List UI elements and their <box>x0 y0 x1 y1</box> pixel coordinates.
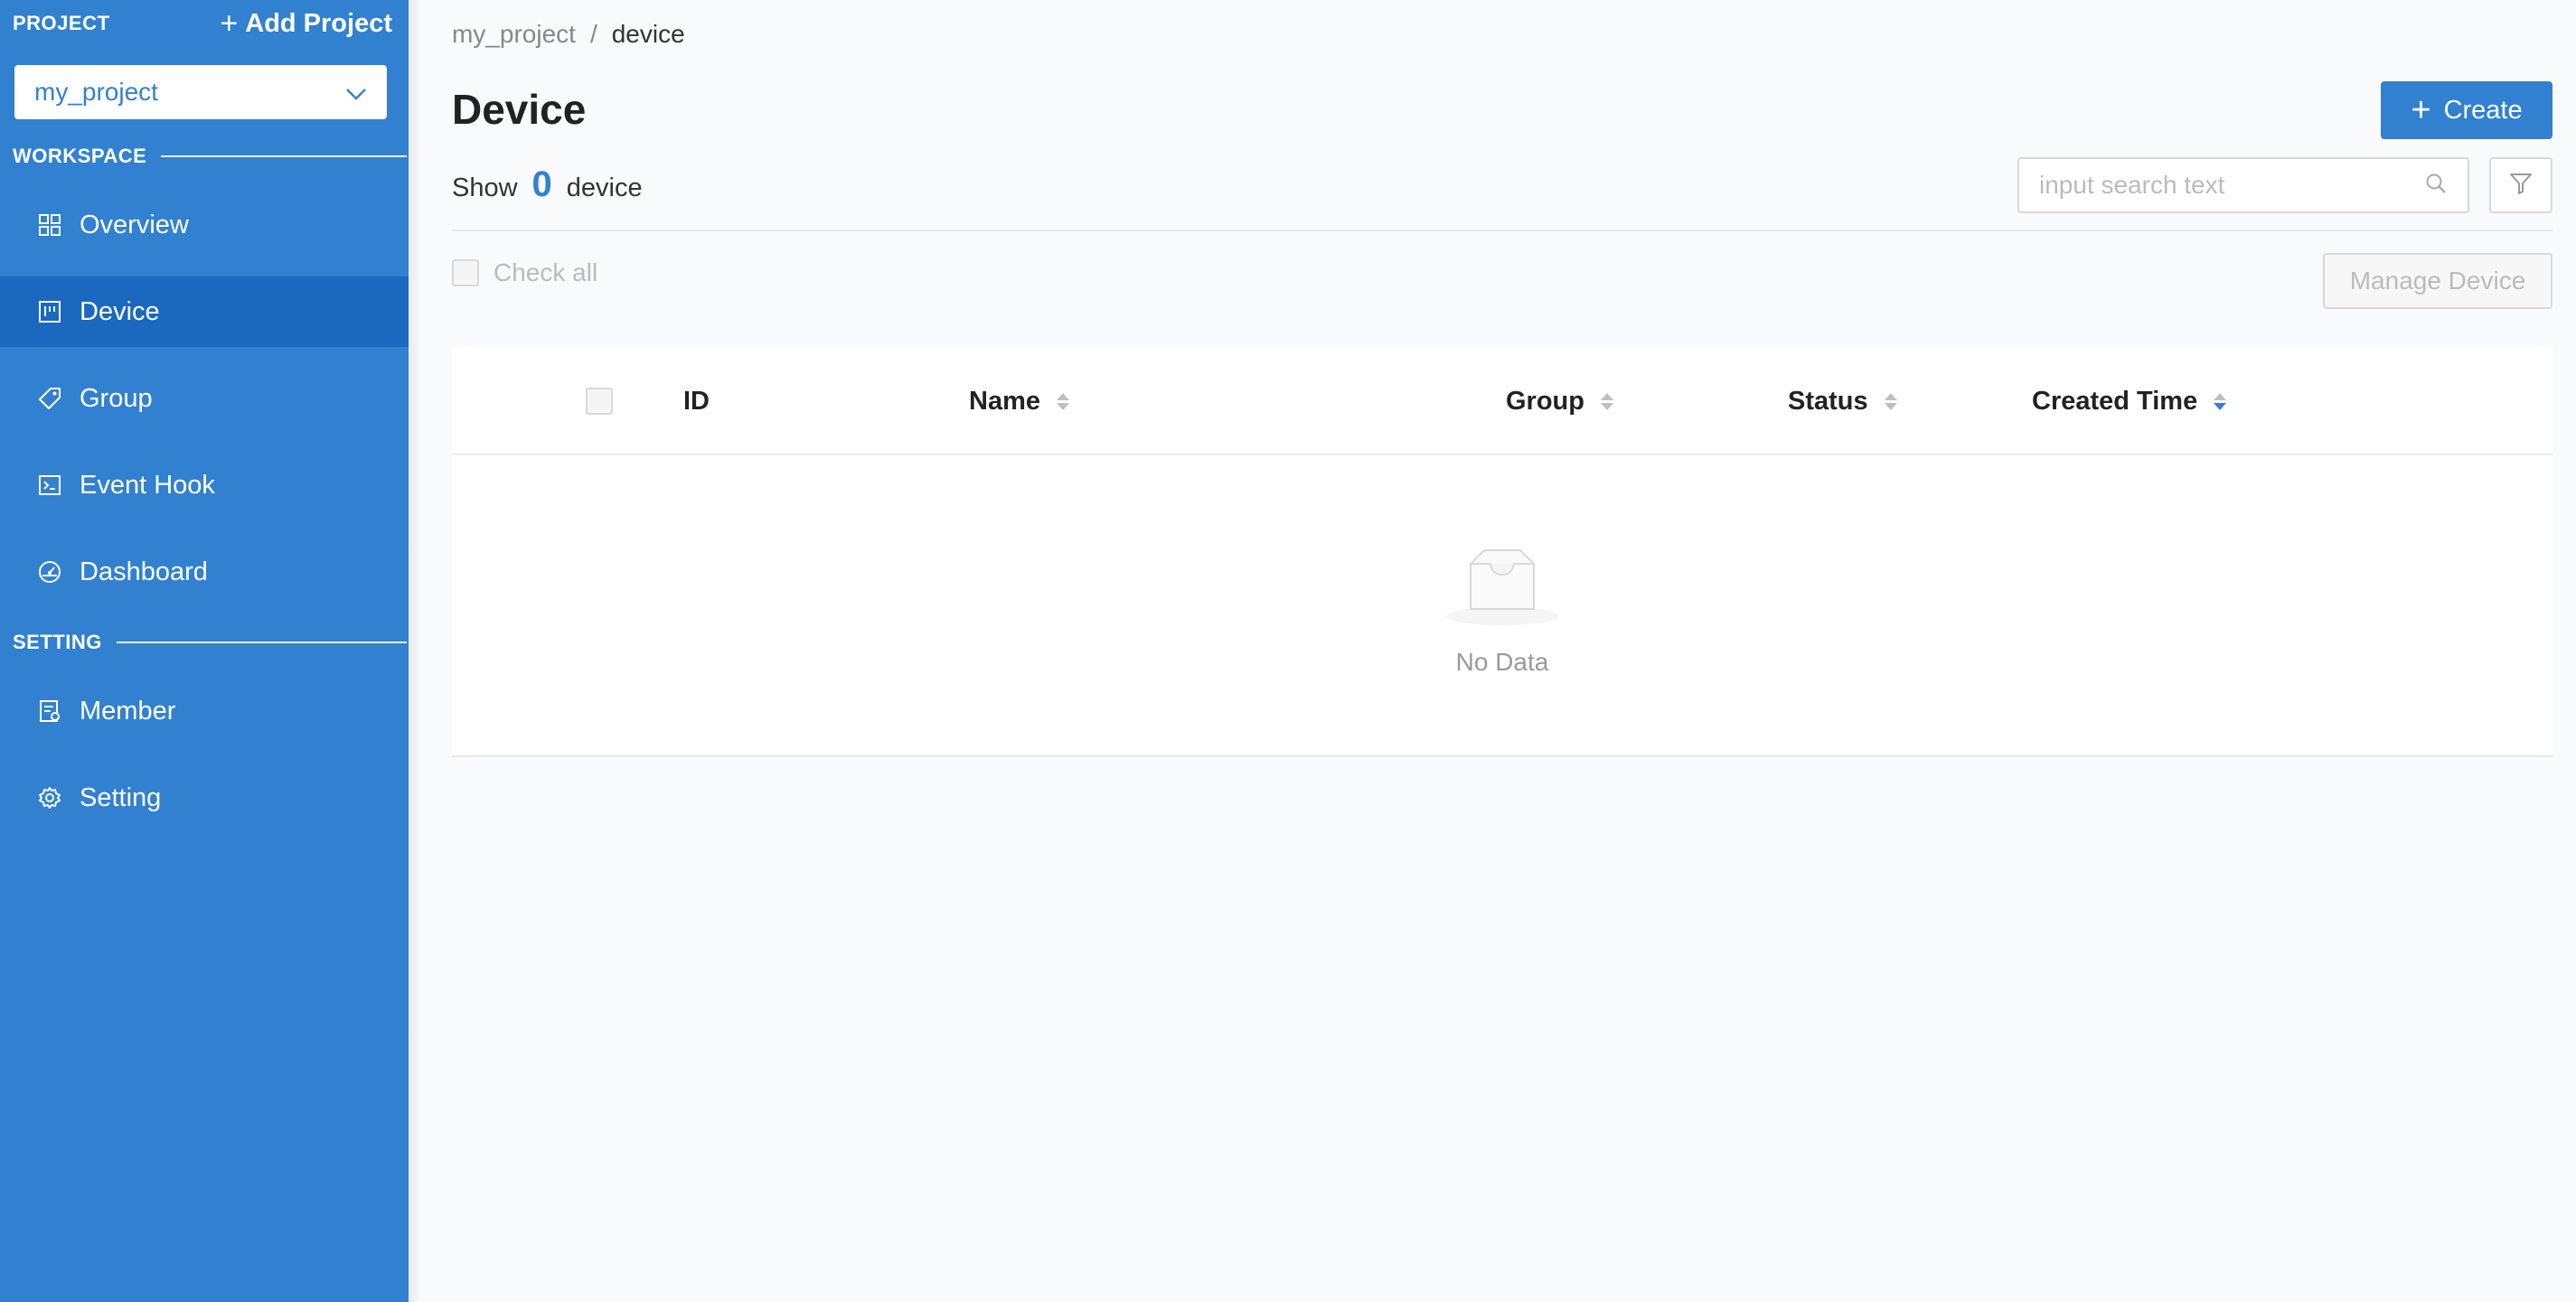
gauge-icon <box>36 558 63 585</box>
divider <box>116 642 407 643</box>
sidebar-item-label: Overview <box>80 210 189 239</box>
workspace-section-title: WORKSPACE <box>13 145 407 168</box>
sidebar-item-label: Device <box>80 296 160 326</box>
sidebar-item-event-hook[interactable]: Event Hook <box>0 450 409 520</box>
check-all-checkbox[interactable] <box>452 259 479 286</box>
show-label: Show <box>452 173 518 202</box>
terminal-icon <box>36 472 63 499</box>
check-all-label: Check all <box>494 258 598 286</box>
column-header-id: ID <box>683 347 710 455</box>
column-header-group[interactable]: Group <box>1506 347 1613 455</box>
empty-inbox-icon <box>1443 546 1561 632</box>
divider <box>161 155 407 157</box>
gear-icon <box>36 784 63 811</box>
workspace-label: WORKSPACE <box>13 145 147 167</box>
plus-icon: + <box>2411 91 2431 129</box>
setting-section-title: SETTING <box>13 631 407 654</box>
create-button[interactable]: + Create <box>2381 81 2552 139</box>
sidebar-item-setting[interactable]: Setting <box>0 763 409 833</box>
count-unit: device <box>566 173 643 202</box>
sidebar-item-label: Group <box>80 383 153 413</box>
sidebar-item-label: Member <box>80 696 176 726</box>
column-label: Status <box>1788 386 1868 416</box>
select-all-rows-checkbox[interactable] <box>586 388 613 415</box>
manage-device-button[interactable]: Manage Device <box>2323 253 2552 309</box>
sidebar-shadow <box>409 0 421 1302</box>
toolbar-divider <box>452 229 2552 231</box>
sidebar-item-dashboard[interactable]: Dashboard <box>0 537 409 607</box>
breadcrumb-current: device <box>611 20 685 48</box>
sidebar-item-member[interactable]: Member <box>0 676 409 746</box>
search-box <box>2017 157 2469 213</box>
empty-text: No Data <box>1455 648 1549 676</box>
sort-icon[interactable] <box>1884 392 1897 410</box>
plus-icon: + <box>220 6 239 41</box>
device-count: Show 0 device <box>452 164 643 205</box>
column-header-name[interactable]: Name <box>969 347 1069 455</box>
column-header-status[interactable]: Status <box>1788 347 1897 455</box>
sidebar-item-overview[interactable]: Overview <box>0 190 409 260</box>
sort-icon[interactable] <box>1601 392 1613 410</box>
add-project-button[interactable]: + Add Project <box>220 8 392 39</box>
device-icon <box>36 298 63 325</box>
device-table: ID Name Group Status Created Time No Dat… <box>452 347 2552 757</box>
sidebar-item-label: Dashboard <box>80 557 208 586</box>
column-label: ID <box>683 386 710 416</box>
column-label: Group <box>1506 386 1584 416</box>
chevron-down-icon <box>345 78 367 107</box>
table-header: ID Name Group Status Created Time <box>452 347 2552 455</box>
project-select[interactable]: my_project <box>14 65 387 119</box>
sort-icon[interactable] <box>1057 392 1069 410</box>
sidebar-item-device[interactable]: Device <box>0 276 409 347</box>
member-icon <box>36 698 63 725</box>
check-all[interactable]: Check all <box>452 258 597 287</box>
column-label: Name <box>969 386 1040 416</box>
search-input[interactable] <box>2039 171 2424 200</box>
add-project-label: Add Project <box>245 8 392 38</box>
sidebar-item-group[interactable]: Group <box>0 363 409 434</box>
sidebar-item-label: Event Hook <box>80 470 215 500</box>
project-select-value: my_project <box>34 78 158 106</box>
page-title: Device <box>452 86 587 133</box>
sidebar: PROJECT + Add Project my_project WORKSPA… <box>0 0 409 1302</box>
sidebar-item-label: Setting <box>80 782 162 812</box>
project-header: PROJECT + Add Project <box>13 7 392 40</box>
count-value: 0 <box>531 164 552 204</box>
column-header-created-time[interactable]: Created Time <box>2032 347 2227 455</box>
column-label: Created Time <box>2032 386 2198 416</box>
setting-label: SETTING <box>13 631 102 653</box>
create-button-label: Create <box>2443 95 2523 125</box>
breadcrumb: my_project / device <box>452 20 685 49</box>
filter-icon <box>2509 172 2533 200</box>
breadcrumb-project-link[interactable]: my_project <box>452 20 576 49</box>
tag-icon <box>36 385 63 412</box>
search-icon[interactable] <box>2424 172 2448 200</box>
breadcrumb-separator: / <box>589 20 597 48</box>
filter-button[interactable] <box>2489 157 2552 213</box>
empty-state: No Data <box>452 546 2552 677</box>
sort-icon[interactable] <box>2214 392 2227 410</box>
grid-icon <box>36 211 63 239</box>
project-label: PROJECT <box>13 12 110 34</box>
